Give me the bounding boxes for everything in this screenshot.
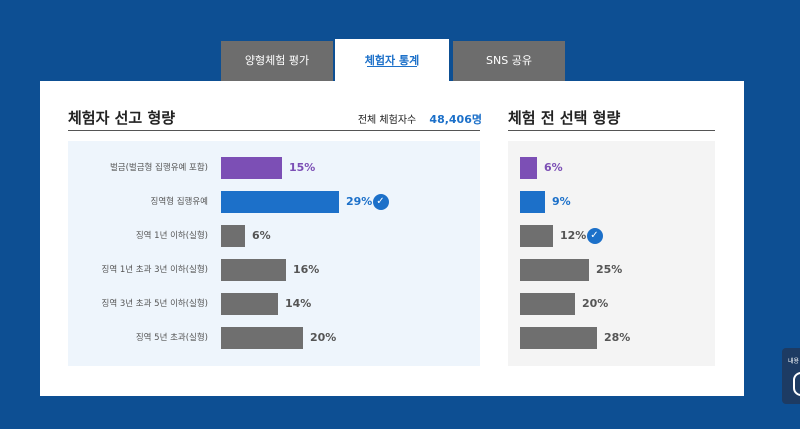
sentencing-row-bar [221, 259, 286, 281]
active-tab-underline [367, 66, 417, 67]
sentencing-row-percent: 16% [293, 263, 320, 276]
pre-choice-row-bar [520, 293, 575, 315]
total-participants: 전체 체험자수 48,406명 [358, 111, 482, 127]
sentencing-row-percent: 15% [289, 161, 316, 174]
pre-choice-row-percent: 20% [582, 297, 609, 310]
tab-participant-statistics[interactable]: 체험자 통계 [335, 39, 449, 81]
total-label: 전체 체험자수 [357, 115, 417, 126]
pre-choice-row-percent: 12% [560, 229, 587, 242]
tab-sentencing-evaluation[interactable]: 양형체험 평가 [221, 41, 333, 81]
pre-choice-chart: 6% 9% 12% ✓ 25% 20% 28% [508, 141, 715, 366]
check-icon: ✓ [586, 228, 603, 244]
pre-choice-row-percent: 25% [596, 263, 623, 276]
sentencing-row-percent: 20% [310, 331, 337, 344]
right-divider [508, 130, 715, 131]
sentencing-row-label: 징역 5년 초과(실형) [135, 333, 208, 343]
pre-choice-row-bar [520, 157, 537, 179]
tab-label: 양형체험 평가 [244, 54, 310, 67]
right-section-title: 체험 전 선택 형량 [508, 109, 621, 127]
side-widget-label: 내용 [788, 358, 800, 365]
pre-choice-row-percent: 28% [604, 331, 631, 344]
pre-choice-row-percent: 6% [544, 161, 563, 174]
sentencing-row-percent: 29% [346, 195, 373, 208]
left-section-title: 체험자 선고 형량 [68, 109, 176, 127]
pre-choice-row-bar [520, 259, 589, 281]
pre-choice-row-bar [520, 191, 545, 213]
sentencing-row-label: 징역형 집행유예 [150, 197, 208, 207]
sentencing-row-bar [221, 225, 245, 247]
side-widget-icon [793, 372, 800, 396]
tab-sns-share[interactable]: SNS 공유 [453, 41, 565, 81]
sentencing-row-label: 징역 1년 이하(실형) [135, 231, 208, 241]
sentencing-row-bar [221, 327, 303, 349]
pre-choice-row-percent: 9% [552, 195, 571, 208]
tab-label: SNS 공유 [486, 54, 532, 67]
side-widget[interactable]: 내용 [782, 348, 800, 404]
sentencing-row-percent: 14% [285, 297, 312, 310]
check-icon: ✓ [372, 194, 389, 210]
left-divider [68, 130, 480, 131]
sentencing-row-label: 징역 1년 초과 3년 이하(실형) [101, 265, 208, 275]
sentencing-row-bar [221, 293, 278, 315]
sentencing-row-bar [221, 191, 339, 213]
total-value: 48,406명 [429, 113, 482, 126]
sentencing-chart: 벌금(벌금형 집행유예 포함) 15% 징역형 집행유예 29% ✓ 징역 1년 이하(실… [68, 141, 480, 366]
pre-choice-row-bar [520, 327, 597, 349]
statistics-panel: 체험자 선고 형량 전체 체험자수 48,406명 체험 전 선택 형량 벌금(… [40, 81, 744, 396]
sentencing-row-label: 벌금(벌금형 집행유예 포함) [109, 163, 208, 173]
pre-choice-row-bar [520, 225, 553, 247]
sentencing-row-bar [221, 157, 282, 179]
sentencing-row-percent: 6% [252, 229, 271, 242]
sentencing-row-label: 징역 3년 초과 5년 이하(실형) [101, 299, 208, 309]
